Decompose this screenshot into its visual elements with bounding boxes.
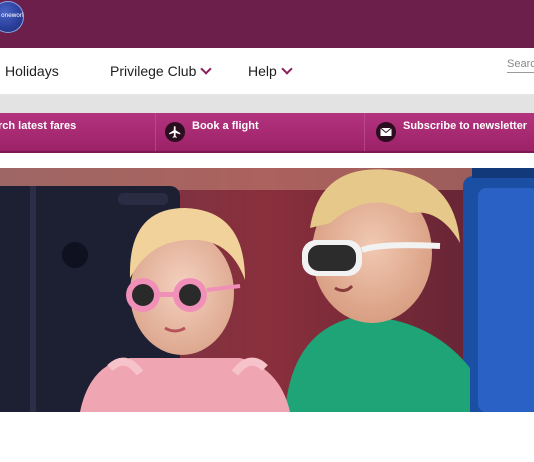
chevron-down-icon [200, 63, 213, 75]
divider-strip [0, 95, 534, 113]
nav-item-label: Privilege Club [110, 63, 197, 79]
action-divider [364, 113, 365, 151]
search-input[interactable]: Search [507, 58, 534, 73]
action-label: Subscribe to newsletter [403, 120, 528, 132]
oneworld-logo[interactable]: oneworld [0, 1, 24, 33]
logo-text: oneworld [1, 12, 24, 19]
top-bar: oneworld [0, 0, 534, 48]
action-label: rch latest fares [0, 120, 77, 132]
airplane-icon [165, 122, 185, 142]
action-label: Book a flight [192, 120, 259, 132]
nav-item-privilege-club[interactable]: Privilege Club [110, 63, 213, 79]
subscribe-newsletter-action[interactable]: Subscribe to newsletter [376, 113, 527, 151]
content-area [0, 412, 534, 462]
nav-item-help[interactable]: Help [248, 63, 293, 79]
main-nav: Holidays Privilege Club Help [0, 48, 534, 95]
envelope-icon [376, 122, 396, 142]
quick-actions-bar: rch latest fares Book a flight Subscribe… [0, 113, 534, 153]
nav-item-label: Holidays [5, 63, 59, 79]
chevron-down-icon [281, 63, 293, 75]
hero-photo-illustration [0, 168, 534, 412]
search-fares-action[interactable]: rch latest fares [0, 113, 76, 151]
book-flight-action[interactable]: Book a flight [165, 113, 259, 151]
nav-item-label: Help [248, 63, 277, 79]
action-divider [155, 113, 156, 151]
hero-image [0, 168, 534, 412]
nav-item-holidays[interactable]: Holidays [5, 63, 59, 79]
